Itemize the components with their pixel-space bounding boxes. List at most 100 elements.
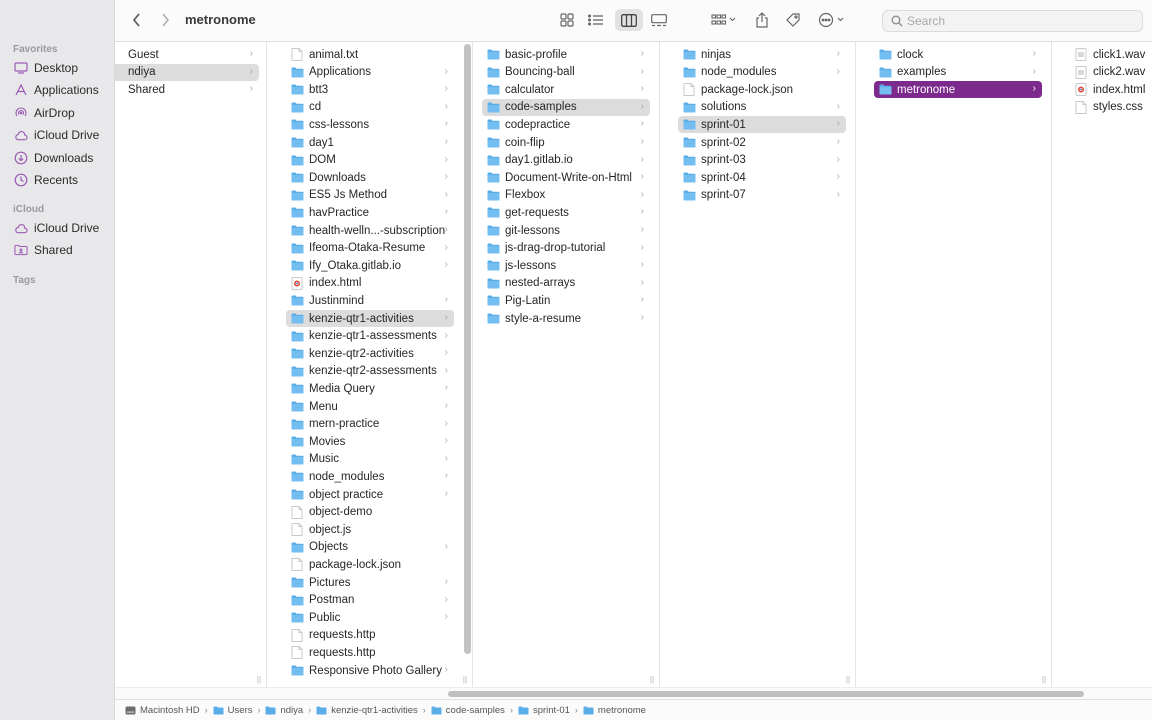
column-resize-handle[interactable]: ||	[845, 676, 851, 684]
search-field[interactable]	[882, 10, 1143, 32]
column-4[interactable]: ninjas › node_modules › package-lock.jso…	[671, 42, 856, 687]
folder-row[interactable]: cd ›	[286, 99, 454, 116]
file-row[interactable]: requests.http	[286, 644, 454, 661]
file-row[interactable]: index.html	[286, 275, 454, 292]
file-row[interactable]: index.html	[1070, 81, 1152, 98]
forward-button[interactable]	[155, 9, 175, 31]
file-row[interactable]: object.js	[286, 521, 454, 538]
file-row[interactable]: animal.txt	[286, 46, 454, 63]
folder-row[interactable]: sprint-01 ›	[678, 116, 846, 134]
path-crumb[interactable]: ndiya	[265, 705, 303, 716]
sidebar-item-applications[interactable]: Applications	[6, 80, 111, 100]
folder-row[interactable]: Shared ›	[115, 81, 259, 98]
gallery-view-button[interactable]	[647, 9, 671, 31]
horizontal-scrollbar[interactable]	[448, 691, 1084, 697]
folder-row[interactable]: code-samples ›	[482, 98, 650, 116]
sidebar-item-icloud-shared[interactable]: Shared	[6, 240, 111, 260]
folder-row[interactable]: Ify_Otaka.gitlab.io ›	[286, 257, 454, 274]
column-6[interactable]: click1.wav click2.wav index.html styles.…	[1063, 42, 1152, 687]
folder-row[interactable]: btt3 ›	[286, 81, 454, 98]
folder-row[interactable]: Bouncing-ball ›	[482, 64, 650, 81]
folder-row[interactable]: codepractice ›	[482, 116, 650, 133]
folder-row[interactable]: Media Query ›	[286, 380, 454, 397]
column-view-button[interactable]	[615, 9, 643, 31]
folder-row[interactable]: kenzie-qtr1-activities ›	[286, 310, 454, 327]
tag-button[interactable]	[782, 9, 804, 31]
list-view-button[interactable]	[584, 9, 608, 31]
column-resize-handle[interactable]: ||	[649, 676, 655, 684]
folder-row[interactable]: Movies ›	[286, 433, 454, 450]
folder-row[interactable]: Menu ›	[286, 398, 454, 415]
folder-row[interactable]: sprint-02 ›	[678, 134, 846, 151]
folder-row[interactable]: kenzie-qtr1-assessments ›	[286, 328, 454, 345]
folder-row[interactable]: nested-arrays ›	[482, 275, 650, 292]
folder-row[interactable]: Document-Write-on-Html ›	[482, 169, 650, 186]
file-row[interactable]: requests.http	[286, 627, 454, 644]
folder-row[interactable]: kenzie-qtr2-activities ›	[286, 345, 454, 362]
column-1[interactable]: Guest › ndiya › Shared › ||	[115, 42, 267, 687]
icon-view-button[interactable]	[555, 9, 579, 31]
column-resize-handle[interactable]: ||	[256, 676, 262, 684]
path-crumb[interactable]: kenzie-qtr1-activities	[316, 705, 418, 716]
folder-row[interactable]: solutions ›	[678, 99, 846, 116]
folder-row[interactable]: Flexbox ›	[482, 187, 650, 204]
column-resize-handle[interactable]: ||	[1041, 676, 1047, 684]
folder-row[interactable]: Postman ›	[286, 592, 454, 609]
back-button[interactable]	[127, 9, 147, 31]
sidebar-item-icloud-drive[interactable]: iCloud Drive	[6, 125, 111, 145]
path-crumb[interactable]: Macintosh HD	[125, 705, 200, 716]
sidebar-item-icloud-icloud-drive[interactable]: iCloud Drive	[6, 218, 111, 238]
folder-row[interactable]: mern-practice ›	[286, 416, 454, 433]
folder-row[interactable]: sprint-04 ›	[678, 169, 846, 186]
folder-row[interactable]: Responsive Photo Gallery ›	[286, 662, 454, 679]
folder-row[interactable]: ninjas ›	[678, 46, 846, 63]
folder-row[interactable]: DOM ›	[286, 152, 454, 169]
file-row[interactable]: package-lock.json	[678, 81, 846, 98]
folder-row[interactable]: git-lessons ›	[482, 222, 650, 239]
share-button[interactable]	[751, 9, 773, 31]
folder-row[interactable]: Downloads ›	[286, 169, 454, 186]
folder-row[interactable]: sprint-07 ›	[678, 187, 846, 204]
folder-row[interactable]: js-drag-drop-tutorial ›	[482, 240, 650, 257]
file-row[interactable]: click2.wav	[1070, 64, 1152, 81]
file-row[interactable]: object-demo	[286, 504, 454, 521]
folder-row[interactable]: Justinmind ›	[286, 292, 454, 309]
folder-row[interactable]: day1 ›	[286, 134, 454, 151]
folder-row[interactable]: kenzie-qtr2-assessments ›	[286, 363, 454, 380]
folder-row[interactable]: Applications ›	[286, 64, 454, 81]
folder-row[interactable]: Pictures ›	[286, 574, 454, 591]
folder-row[interactable]: ES5 Js Method ›	[286, 187, 454, 204]
path-crumb[interactable]: sprint-01	[518, 705, 570, 716]
column-5[interactable]: clock › examples › metronome › ||	[867, 42, 1052, 687]
sidebar-item-airdrop[interactable]: AirDrop	[6, 103, 111, 123]
folder-row[interactable]: basic-profile ›	[482, 46, 650, 63]
folder-row[interactable]: css-lessons ›	[286, 116, 454, 133]
folder-row[interactable]: Ifeoma-Otaka-Resume ›	[286, 240, 454, 257]
folder-row[interactable]: Guest ›	[115, 46, 259, 63]
folder-row[interactable]: day1.gitlab.io ›	[482, 152, 650, 169]
column-3[interactable]: basic-profile › Bouncing-ball › calculat…	[475, 42, 660, 687]
sidebar-item-recents[interactable]: Recents	[6, 170, 111, 190]
path-crumb[interactable]: Users	[213, 705, 252, 716]
path-crumb[interactable]: metronome	[583, 705, 646, 716]
more-button[interactable]	[816, 9, 848, 31]
folder-row[interactable]: calculator ›	[482, 81, 650, 98]
vertical-scrollbar[interactable]	[464, 44, 471, 654]
folder-row[interactable]: Objects ›	[286, 539, 454, 556]
folder-row[interactable]: havPractice ›	[286, 204, 454, 221]
file-row[interactable]: click1.wav	[1070, 46, 1152, 63]
folder-row[interactable]: object practice ›	[286, 486, 454, 503]
folder-row[interactable]: clock ›	[874, 46, 1042, 63]
folder-row[interactable]: Music ›	[286, 451, 454, 468]
folder-row[interactable]: examples ›	[874, 64, 1042, 81]
folder-row[interactable]: coin-flip ›	[482, 134, 650, 151]
search-input[interactable]	[907, 14, 1127, 28]
file-row[interactable]: styles.css	[1070, 99, 1152, 116]
folder-row[interactable]: style-a-resume ›	[482, 310, 650, 327]
folder-row[interactable]: js-lessons ›	[482, 257, 650, 274]
sidebar-item-downloads[interactable]: Downloads	[6, 148, 111, 168]
sidebar-item-desktop[interactable]: Desktop	[6, 58, 111, 78]
path-crumb[interactable]: code-samples	[431, 705, 505, 716]
folder-row[interactable]: sprint-03 ›	[678, 152, 846, 169]
folder-row[interactable]: node_modules ›	[286, 468, 454, 485]
